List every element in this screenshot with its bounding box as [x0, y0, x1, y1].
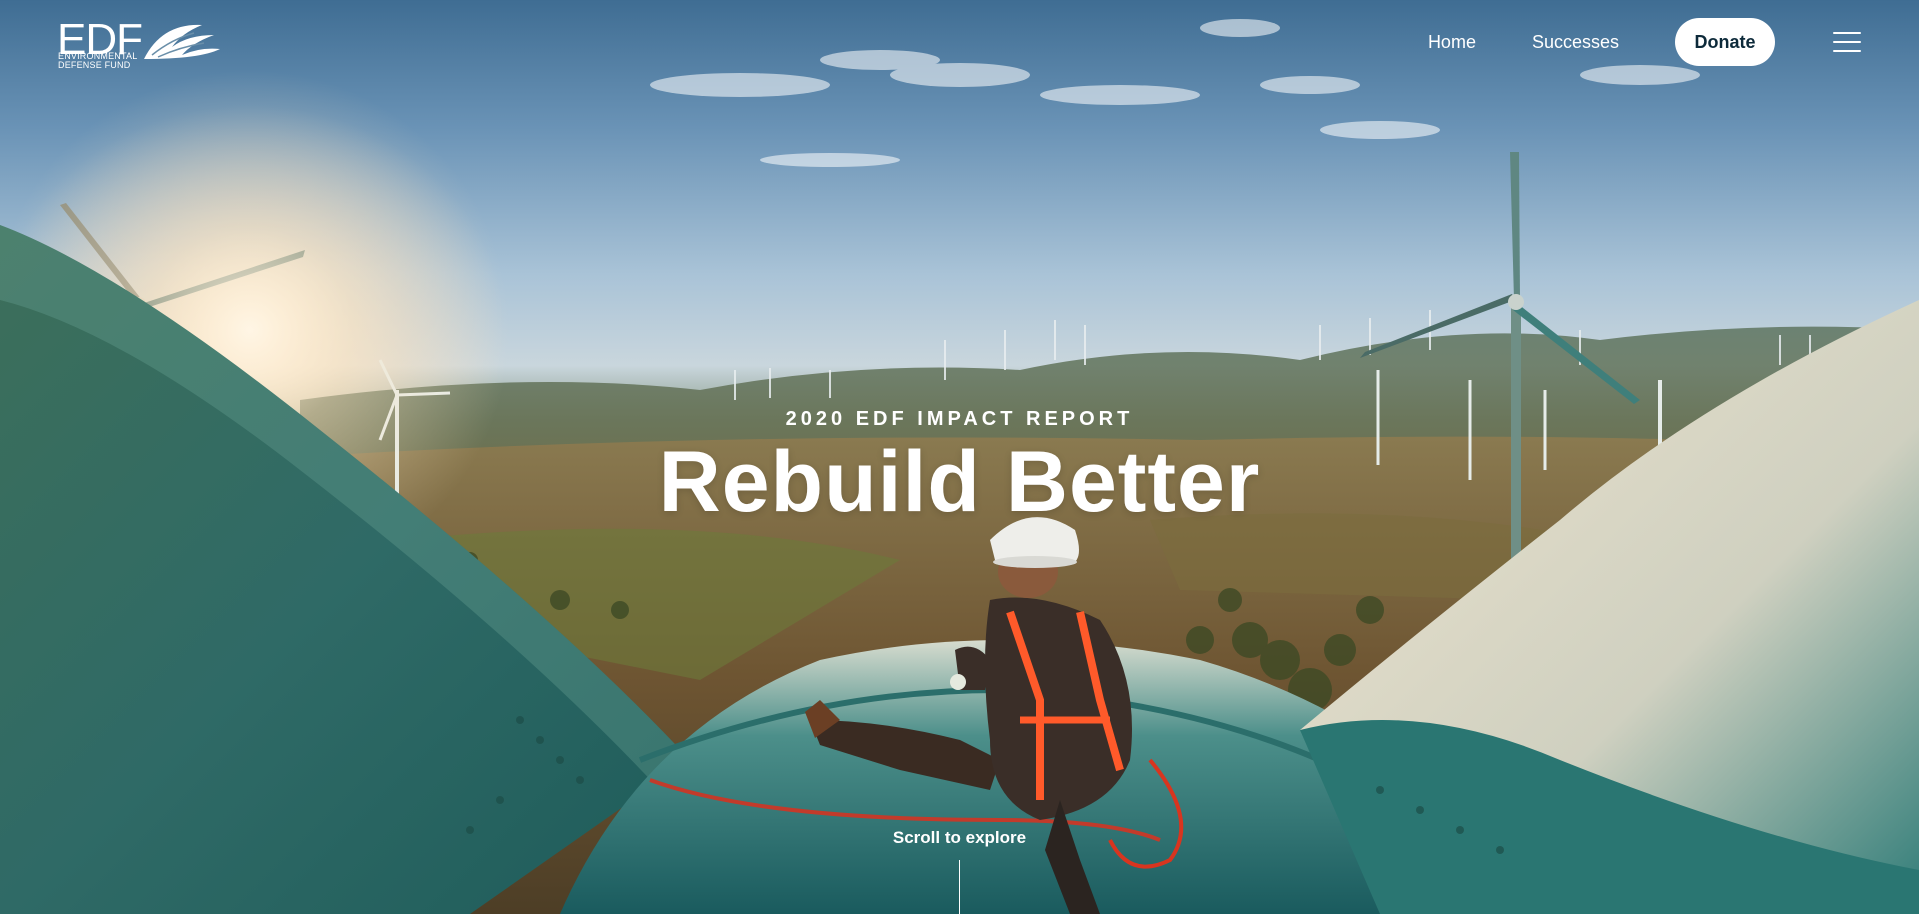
menu-line-2 — [1833, 41, 1861, 43]
top-nav: Home Successes Donate — [1428, 18, 1919, 66]
menu-line-1 — [1833, 32, 1861, 34]
hero-eyebrow: 2020 EDF IMPACT REPORT — [785, 408, 1134, 430]
nav-successes-link[interactable]: Successes — [1532, 32, 1619, 53]
logo-subtitle: ENVIRONMENTAL DEFENSE FUND — [58, 52, 137, 70]
hero-title: Rebuild Better — [658, 434, 1261, 530]
scroll-to-explore[interactable]: Scroll to explore — [0, 828, 1919, 848]
scroll-indicator-line — [959, 860, 960, 914]
nav-home-link[interactable]: Home — [1428, 32, 1476, 53]
menu-line-3 — [1833, 50, 1861, 52]
logo-line-2: DEFENSE FUND — [58, 60, 131, 70]
leaf-wing-icon — [144, 24, 220, 59]
edf-logo[interactable]: EDF ENVIRONMENTAL DEFENSE FUND — [57, 18, 222, 70]
hamburger-menu-icon[interactable] — [1833, 32, 1861, 52]
donate-button[interactable]: Donate — [1675, 18, 1775, 66]
